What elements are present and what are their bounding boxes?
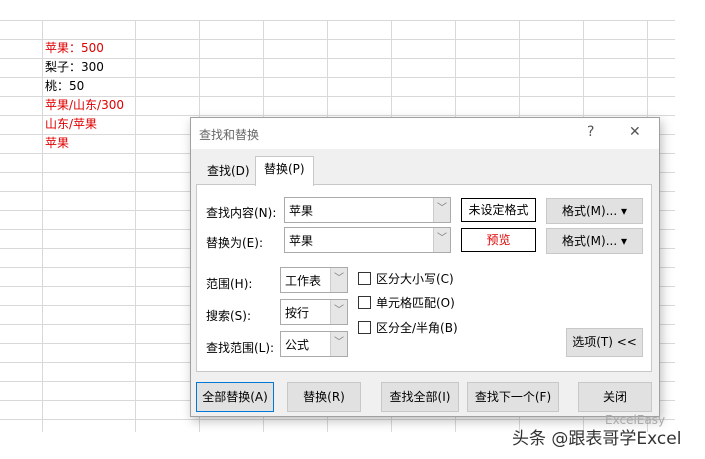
checkbox-label: 区分全/半角(B) — [376, 321, 458, 335]
match-case-checkbox[interactable]: 区分大小写(C) — [358, 270, 454, 287]
replace-panel: 查找内容(N): 苹果 ﹀ 未设定格式 格式(M)... ▾ 替换为(E): 苹果… — [196, 184, 652, 372]
chevron-down-icon[interactable]: ﹀ — [433, 198, 450, 222]
lookin-label: 查找范围(L): — [206, 341, 275, 355]
checkbox-label: 区分大小写(C) — [376, 272, 454, 286]
cell[interactable]: 桃：50 — [45, 77, 84, 96]
checkbox-label: 单元格匹配(O) — [376, 296, 455, 310]
title-bar[interactable]: 查找和替换 ? ✕ — [191, 118, 659, 149]
chevron-down-icon[interactable]: ﹀ — [330, 300, 347, 324]
options-button[interactable]: 选项(T) << — [566, 328, 643, 357]
chevron-down-icon[interactable]: ﹀ — [330, 268, 347, 292]
scope-select[interactable]: 工作表 ﹀ — [280, 267, 348, 293]
match-width-checkbox[interactable]: 区分全/半角(B) — [358, 319, 458, 336]
col-line — [135, 20, 136, 432]
cell[interactable]: 苹果/山东/300 — [45, 96, 124, 115]
format-label: 格式(M)... — [561, 204, 618, 218]
match-cell-checkbox[interactable]: 单元格匹配(O) — [358, 294, 455, 311]
cell[interactable]: 山东/苹果 — [45, 115, 97, 134]
find-input[interactable]: 苹果 ﹀ — [284, 197, 451, 223]
find-format-preview: 未设定格式 — [461, 198, 536, 222]
find-label: 查找内容(N): — [206, 206, 277, 220]
chevron-down-icon[interactable]: ﹀ — [433, 228, 450, 252]
replace-format-button[interactable]: 格式(M)... ▾ — [546, 228, 643, 254]
watermark: 头条 @跟表哥学Excel — [512, 429, 682, 449]
tab-replace[interactable]: 替换(P) — [255, 156, 314, 186]
replace-all-button[interactable]: 全部替换(A) — [196, 382, 274, 412]
search-label: 搜索(S): — [206, 309, 252, 323]
search-select[interactable]: 按行 ﹀ — [280, 299, 348, 325]
find-replace-dialog: 查找和替换 ? ✕ 查找(D) 替换(P) 查找内容(N): 苹果 ﹀ 未设定格式… — [190, 117, 660, 417]
cell[interactable]: 苹果 — [45, 134, 69, 153]
find-next-button[interactable]: 查找下一个(F) — [467, 382, 559, 412]
replace-value: 苹果 — [289, 234, 314, 248]
chevron-down-icon[interactable]: ﹀ — [330, 332, 347, 356]
close-button[interactable]: 关闭 — [578, 382, 652, 412]
tab-find[interactable]: 查找(D) — [199, 159, 258, 184]
close-icon[interactable]: ✕ — [629, 124, 641, 140]
format-label: 格式(M)... — [561, 234, 618, 248]
cell[interactable]: 苹果：500 — [45, 39, 104, 58]
help-icon[interactable]: ? — [587, 124, 594, 140]
cell[interactable]: 梨子：300 — [45, 58, 104, 77]
dialog-title: 查找和替换 — [199, 128, 260, 142]
replace-button[interactable]: 替换(R) — [287, 382, 361, 412]
lookin-value: 公式 — [285, 338, 310, 352]
find-all-button[interactable]: 查找全部(I) — [381, 382, 459, 412]
scope-label: 范围(H): — [206, 277, 253, 291]
scope-value: 工作表 — [285, 274, 322, 288]
col-line — [42, 20, 43, 432]
replace-format-preview: 预览 — [461, 228, 536, 252]
find-format-button[interactable]: 格式(M)... ▾ — [546, 198, 643, 224]
find-value: 苹果 — [289, 204, 314, 218]
replace-input[interactable]: 苹果 ﹀ — [284, 227, 451, 253]
replace-label: 替换为(E): — [206, 236, 263, 250]
lookin-select[interactable]: 公式 ﹀ — [280, 331, 348, 357]
search-value: 按行 — [285, 306, 310, 320]
